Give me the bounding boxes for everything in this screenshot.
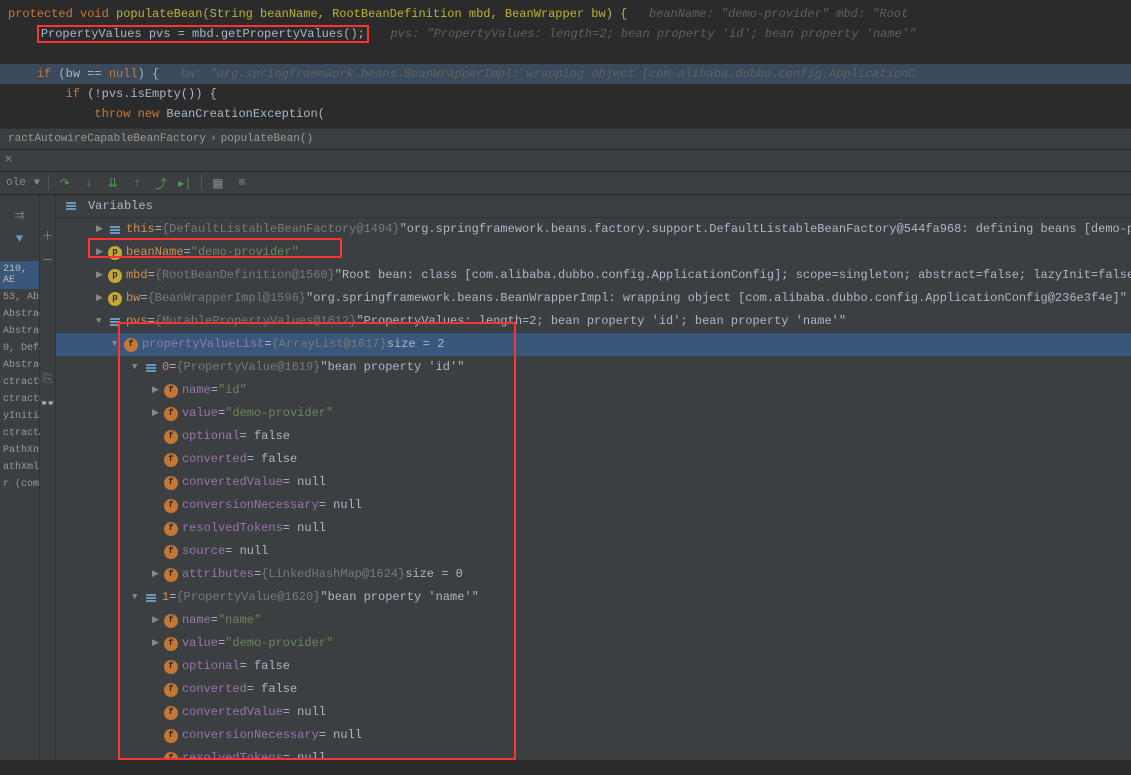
stack-frame[interactable]: 0, Defa (0, 340, 39, 357)
stack-frame[interactable]: Abstrac (0, 357, 39, 374)
var-name[interactable]: ▶fname = "name" (56, 609, 1131, 632)
breadcrumb[interactable]: ractAutowireCapableBeanFactory›populateB… (0, 128, 1131, 149)
stack-frame[interactable]: athXml (0, 459, 39, 476)
var-value[interactable]: ▶fvalue = "demo-provider" (56, 632, 1131, 655)
var-propertyValueList[interactable]: ▼fpropertyValueList = {ArrayList@1617} s… (56, 333, 1131, 356)
watches-icon[interactable]: 👓 (40, 391, 55, 415)
var-name[interactable]: ▶fname = "id" (56, 379, 1131, 402)
code-line[interactable] (0, 44, 1131, 64)
expand-icon[interactable]: ▶ (152, 565, 164, 584)
expand-icon[interactable]: ▶ (152, 404, 164, 423)
var-convertedValue[interactable]: fconvertedValue = null (56, 471, 1131, 494)
code-line[interactable]: throw new BeanCreationException( (0, 104, 1131, 124)
force-step-into-icon[interactable]: ⇊ (105, 175, 121, 191)
expand-icon[interactable]: ▶ (96, 289, 108, 308)
var-optional[interactable]: foptional = false (56, 425, 1131, 448)
expand-icon[interactable]: ▶ (96, 220, 108, 239)
stack-frame[interactable]: ctractAr (0, 425, 39, 442)
expand-icon[interactable]: ▶ (96, 266, 108, 285)
run-to-cursor-icon[interactable]: ▸| (177, 175, 193, 191)
var-value[interactable]: ▶fvalue = "demo-provider" (56, 402, 1131, 425)
trace-icon[interactable]: ≡ (234, 175, 250, 191)
var-converted[interactable]: fconverted = false (56, 678, 1131, 701)
var-beanName[interactable]: ▶pbeanName = "demo-provider" (56, 241, 1131, 264)
drop-frame-icon[interactable]: ⤴ (153, 175, 169, 191)
step-out-icon[interactable]: ↑ (129, 175, 145, 191)
stack-frame[interactable]: ctractE (0, 374, 39, 391)
expand-icon[interactable]: ▶ (96, 243, 108, 262)
collapse-icon[interactable]: ▼ (96, 312, 108, 331)
collapse-icon[interactable]: ▼ (112, 335, 124, 354)
step-into-icon[interactable]: ↓ (81, 175, 97, 191)
var-pvs[interactable]: ▼pvs = {MutablePropertyValues@1612} "Pro… (56, 310, 1131, 333)
debug-toolbar: ole ▼ ↷ ↓ ⇊ ↑ ⤴ ▸| ▦ ≡ (0, 171, 1131, 195)
step-over-icon[interactable]: ↷ (57, 175, 73, 191)
var-converted[interactable]: fconverted = false (56, 448, 1131, 471)
var-optional[interactable]: foptional = false (56, 655, 1131, 678)
left-gutter: ⇉ ▼ 210, AE 53, Abs Abstrac Abstrac 0, D… (0, 195, 40, 760)
add-watch-icon[interactable]: ＋ (40, 223, 55, 247)
var-resolvedTokens[interactable]: fresolvedTokens = null (56, 747, 1131, 760)
expand-icon[interactable]: ▶ (152, 381, 164, 400)
var-element-0[interactable]: ▼0 = {PropertyValue@1619} "bean property… (56, 356, 1131, 379)
var-mbd[interactable]: ▶pmbd = {RootBeanDefinition@1560} "Root … (56, 264, 1131, 287)
code-line[interactable]: protected void populateBean(String beanN… (0, 4, 1131, 24)
stack-frame[interactable]: Abstrac (0, 323, 39, 340)
filter-icon[interactable]: ⇉ (0, 203, 39, 227)
var-this[interactable]: ▶this = {DefaultListableBeanFactory@1494… (56, 218, 1131, 241)
stack-frame[interactable]: ctractE (0, 391, 39, 408)
remove-watch-icon[interactable]: － (40, 247, 55, 271)
stack-frame[interactable]: yInitial (0, 408, 39, 425)
chevron-down-icon[interactable]: ▼ (34, 178, 40, 189)
var-source[interactable]: fsource = null (56, 540, 1131, 563)
code-line-current[interactable]: if (bw == null) { bw: "org.springframewo… (0, 64, 1131, 84)
expand-icon[interactable]: ▶ (152, 634, 164, 653)
stack-frame[interactable]: 53, Abs (0, 289, 39, 306)
var-attributes[interactable]: ▶fattributes = {LinkedHashMap@1624} size… (56, 563, 1131, 586)
variables-header: Variables (56, 195, 1131, 218)
var-bw[interactable]: ▶pbw = {BeanWrapperImpl@1596} "org.sprin… (56, 287, 1131, 310)
funnel-icon[interactable]: ▼ (0, 227, 39, 251)
collapse-icon[interactable]: ▼ (132, 358, 144, 377)
variables-tree[interactable]: ▶this = {DefaultListableBeanFactory@1494… (56, 218, 1131, 760)
var-element-1[interactable]: ▼1 = {PropertyValue@1620} "bean property… (56, 586, 1131, 609)
stack-frame[interactable]: r (com (0, 476, 39, 493)
var-conversionNecessary[interactable]: fconversionNecessary = null (56, 494, 1131, 517)
expand-icon[interactable]: ▶ (152, 611, 164, 630)
stack-frame-selected[interactable]: 210, AE (0, 261, 39, 289)
collapse-icon[interactable]: ▼ (132, 588, 144, 607)
stack-frame[interactable]: Abstrac (0, 306, 39, 323)
var-conversionNecessary[interactable]: fconversionNecessary = null (56, 724, 1131, 747)
var-resolvedTokens[interactable]: fresolvedTokens = null (56, 517, 1131, 540)
evaluate-icon[interactable]: ▦ (210, 175, 226, 191)
copy-icon[interactable]: ⎘ (40, 367, 55, 391)
code-editor[interactable]: protected void populateBean(String beanN… (0, 0, 1131, 128)
stack-frame[interactable]: PathXn (0, 442, 39, 459)
var-convertedValue[interactable]: fconvertedValue = null (56, 701, 1131, 724)
code-line[interactable]: if (!pvs.isEmpty()) { (0, 84, 1131, 104)
code-line[interactable]: PropertyValues pvs = mbd.getPropertyValu… (0, 24, 1131, 44)
